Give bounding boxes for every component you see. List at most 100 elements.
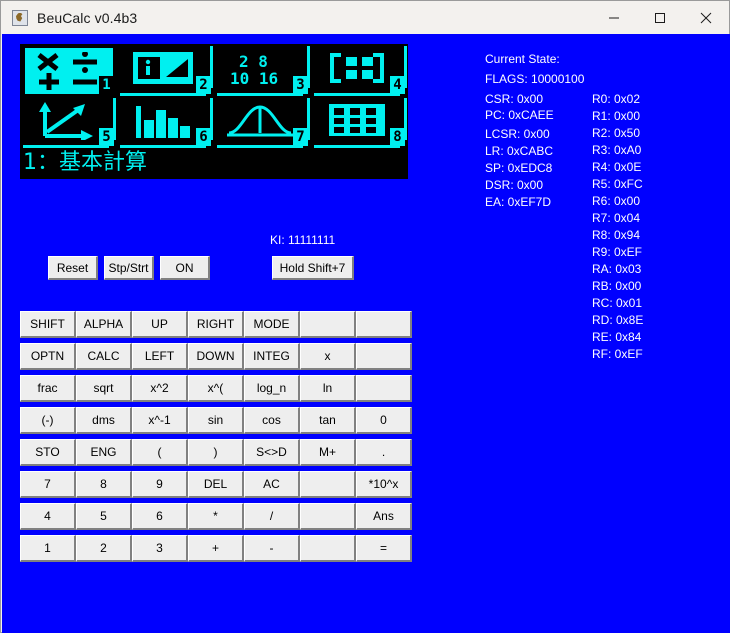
window-controls <box>591 1 729 34</box>
on-button[interactable]: ON <box>160 256 210 280</box>
key-3[interactable]: 3 <box>132 535 188 562</box>
key-integ[interactable]: INTEG <box>244 343 300 370</box>
key-sto[interactable]: STO <box>20 439 76 466</box>
register-line: EA: 0xEF7D <box>485 195 552 209</box>
key-[interactable]: - <box>244 535 300 562</box>
key-2[interactable]: 2 <box>76 535 132 562</box>
key-x[interactable]: x <box>300 343 356 370</box>
stp-strt-button[interactable]: Stp/Strt <box>104 256 154 280</box>
register-line: RE: 0x84 <box>592 330 642 344</box>
icon-number-badge: 4 <box>390 76 405 94</box>
key-right[interactable]: RIGHT <box>188 311 244 338</box>
key-frac[interactable]: frac <box>20 375 76 402</box>
key-7[interactable]: 7 <box>20 471 76 498</box>
register-line: R6: 0x00 <box>592 194 641 208</box>
key-blank[interactable] <box>300 535 356 562</box>
key-blank[interactable] <box>300 471 356 498</box>
key-blank[interactable] <box>300 311 356 338</box>
key-[interactable]: . <box>356 439 412 466</box>
key-[interactable]: (-) <box>20 407 76 434</box>
key-ans[interactable]: Ans <box>356 503 412 530</box>
register-line: DSR: 0x00 <box>485 178 544 192</box>
key-del[interactable]: DEL <box>188 471 244 498</box>
vector-icon[interactable]: 5 <box>23 98 120 150</box>
base-2-8-10-16-glyph: 2 8 10 16 <box>229 50 291 88</box>
key-left[interactable]: LEFT <box>132 343 188 370</box>
icon-underline <box>314 145 400 148</box>
key-alpha[interactable]: ALPHA <box>76 311 132 338</box>
statistics-bar-icon[interactable]: 6 <box>120 98 217 150</box>
key-10-x[interactable]: *10^x <box>356 471 412 498</box>
register-line: R0: 0x02 <box>592 92 641 106</box>
key-blank[interactable] <box>356 343 412 370</box>
key-1[interactable]: 1 <box>20 535 76 562</box>
key-4[interactable]: 4 <box>20 503 76 530</box>
reset-button[interactable]: Reset <box>48 256 98 280</box>
key-shift[interactable]: SHIFT <box>20 311 76 338</box>
key-ac[interactable]: AC <box>244 471 300 498</box>
icon-underline <box>217 93 303 96</box>
close-icon[interactable] <box>683 1 729 34</box>
title-bar: BeuCalc v0.4b3 <box>1 1 729 34</box>
key-9[interactable]: 9 <box>132 471 188 498</box>
register-line: R3: 0xA0 <box>592 143 642 157</box>
spreadsheet-icon[interactable]: 8 <box>314 98 411 150</box>
window-title: BeuCalc v0.4b3 <box>37 9 138 26</box>
base-n-icon[interactable]: 2 8 10 16 3 <box>217 46 314 98</box>
key-m[interactable]: M+ <box>300 439 356 466</box>
key-log-n[interactable]: log_n <box>244 375 300 402</box>
key-[interactable]: ) <box>188 439 244 466</box>
key-8[interactable]: 8 <box>76 471 132 498</box>
icon-underline <box>23 145 109 148</box>
icon-underline <box>120 145 206 148</box>
key-6[interactable]: 6 <box>132 503 188 530</box>
distribution-icon[interactable]: 7 <box>217 98 314 150</box>
key-5[interactable]: 5 <box>76 503 132 530</box>
basic-calculation-icon[interactable]: 1 <box>23 46 120 98</box>
grid-cells-glyph <box>328 103 386 137</box>
key-blank[interactable] <box>300 503 356 530</box>
icon-number-badge: 2 <box>196 76 211 94</box>
maximize-icon[interactable] <box>637 1 683 34</box>
register-line: RB: 0x00 <box>592 279 642 293</box>
key-[interactable]: ( <box>132 439 188 466</box>
key-blank[interactable] <box>356 375 412 402</box>
key-cos[interactable]: cos <box>244 407 300 434</box>
key-calc[interactable]: CALC <box>76 343 132 370</box>
register-line: RD: 0x8E <box>592 313 644 327</box>
key-s-d[interactable]: S<>D <box>244 439 300 466</box>
key-dms[interactable]: dms <box>76 407 132 434</box>
key-sin[interactable]: sin <box>188 407 244 434</box>
key-mode[interactable]: MODE <box>244 311 300 338</box>
key-[interactable]: + <box>188 535 244 562</box>
key-0[interactable]: 0 <box>356 407 412 434</box>
register-line: LR: 0xCABC <box>485 144 554 158</box>
key-x-1[interactable]: x^-1 <box>132 407 188 434</box>
matrix-icon[interactable]: 4 <box>314 46 411 98</box>
flags-line: FLAGS: 10000100 <box>485 72 585 86</box>
register-line: CSR: 0x00 <box>485 92 544 106</box>
key-sqrt[interactable]: sqrt <box>76 375 132 402</box>
register-line: RA: 0x03 <box>592 262 642 276</box>
key-[interactable]: / <box>244 503 300 530</box>
minimize-icon[interactable] <box>591 1 637 34</box>
key-blank[interactable] <box>356 311 412 338</box>
key-[interactable]: * <box>188 503 244 530</box>
hold-shift-7-button[interactable]: Hold Shift+7 <box>272 256 354 280</box>
key-[interactable]: = <box>356 535 412 562</box>
key-down[interactable]: DOWN <box>188 343 244 370</box>
matrix-brackets-glyph <box>326 51 388 85</box>
normal-curve-glyph <box>227 103 293 139</box>
key-tan[interactable]: tan <box>300 407 356 434</box>
key-up[interactable]: UP <box>132 311 188 338</box>
key-optn[interactable]: OPTN <box>20 343 76 370</box>
icon-underline <box>314 93 400 96</box>
register-line: PC: 0xCAEE <box>485 108 554 122</box>
icon-underline <box>120 93 206 96</box>
key-x-2[interactable]: x^2 <box>132 375 188 402</box>
key-x[interactable]: x^( <box>188 375 244 402</box>
key-ln[interactable]: ln <box>300 375 356 402</box>
key-eng[interactable]: ENG <box>76 439 132 466</box>
imaginary-angle-glyph <box>132 51 194 85</box>
complex-angle-icon[interactable]: 2 <box>120 46 217 98</box>
